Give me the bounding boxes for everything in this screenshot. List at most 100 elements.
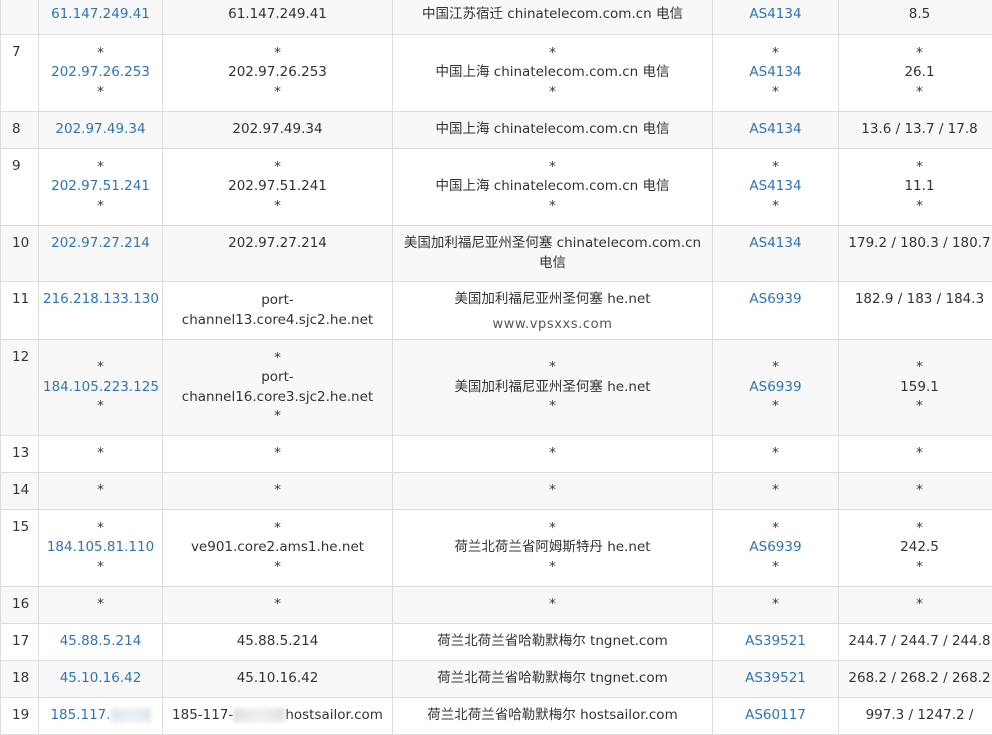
asn-link[interactable]: AS4134 xyxy=(717,63,834,83)
star-text: * xyxy=(843,358,992,378)
star-text: * xyxy=(43,595,158,615)
hostname-cell: * xyxy=(163,587,393,624)
latency-text: 13.6 / 13.7 / 17.8 xyxy=(843,120,992,140)
asn-link[interactable]: AS6939 xyxy=(717,290,834,310)
ip-link[interactable]: 45.10.16.42 xyxy=(43,669,158,689)
ip-cell: * xyxy=(39,473,163,510)
asn-cell[interactable]: *AS4134* xyxy=(713,35,839,112)
asn-cell[interactable]: AS4134 xyxy=(713,0,839,35)
ip-link[interactable]: 216.218.133.130 xyxy=(43,290,158,310)
latency-text: 182.9 / 183 / 184.3 xyxy=(843,290,992,310)
hostname-cell: * xyxy=(163,436,393,473)
asn-cell[interactable]: AS4134 xyxy=(713,112,839,149)
hostname-cell: * xyxy=(163,473,393,510)
star-text: * xyxy=(717,44,834,64)
hostname-text: ve901.core2.ams1.he.net xyxy=(167,538,388,558)
ip-link[interactable]: 202.97.27.214 xyxy=(43,234,158,254)
asn-link[interactable]: AS4134 xyxy=(717,5,834,25)
star-text: * xyxy=(397,558,708,578)
star-text: * xyxy=(43,519,158,539)
latency-cell: *11.1* xyxy=(839,149,992,226)
asn-link[interactable]: AS4134 xyxy=(717,234,834,254)
location-text: 中国上海 chinatelecom.com.cn 电信 xyxy=(397,120,708,140)
ip-link[interactable]: 61.147.249.41 xyxy=(43,5,158,25)
hop-number: 7 xyxy=(1,35,39,112)
location-text: 美国加利福尼亚州圣何塞 he.net xyxy=(397,290,708,310)
asn-cell[interactable]: AS39521 xyxy=(713,624,839,661)
hostname-cell: 185-117-hostsailor.com xyxy=(163,698,393,735)
hostname-text: 45.88.5.214 xyxy=(167,632,388,652)
traceroute-table: 61.147.249.41 61.147.249.41 中国江苏宿迁 china… xyxy=(0,0,992,735)
star-text: * xyxy=(167,558,388,578)
ip-link[interactable]: 202.97.49.34 xyxy=(43,120,158,140)
latency-text: 244.7 / 244.7 / 244.8 xyxy=(843,632,992,652)
hop-row: 8 202.97.49.34 202.97.49.34 中国上海 chinate… xyxy=(1,112,992,149)
star-text: * xyxy=(843,444,992,464)
star-text: * xyxy=(43,197,158,217)
star-text: * xyxy=(717,595,834,615)
location-cell: 美国加利福尼亚州圣何塞 chinatelecom.com.cn电信 xyxy=(393,226,713,282)
asn-link[interactable]: AS6939 xyxy=(717,538,834,558)
ip-link-redacted[interactable]: 185.117. xyxy=(43,706,158,726)
location-cell: 荷兰北荷兰省哈勒默梅尔 hostsailor.com xyxy=(393,698,713,735)
star-text: * xyxy=(397,197,708,217)
star-text: * xyxy=(717,197,834,217)
ip-cell[interactable]: *184.105.81.110* xyxy=(39,510,163,587)
ip-cell[interactable]: 45.10.16.42 xyxy=(39,661,163,698)
location-text: 美国加利福尼亚州圣何塞 chinatelecom.com.cn xyxy=(397,234,708,254)
hostname-cell: 61.147.249.41 xyxy=(163,0,393,35)
ip-cell[interactable]: 202.97.27.214 xyxy=(39,226,163,282)
ip-cell[interactable]: *202.97.51.241* xyxy=(39,149,163,226)
redacted-mask xyxy=(111,708,151,722)
asn-link[interactable]: AS4134 xyxy=(717,177,834,197)
location-cell: 美国加利福尼亚州圣何塞 he.netwww.vpsxxs.com xyxy=(393,282,713,340)
location-text: 荷兰北荷兰省阿姆斯特丹 he.net xyxy=(397,538,708,558)
ip-link[interactable]: 184.105.223.125 xyxy=(43,378,158,398)
ip-link[interactable]: 184.105.81.110 xyxy=(43,538,158,558)
asn-cell[interactable]: AS6939 xyxy=(713,282,839,340)
hostname-text: 202.97.49.34 xyxy=(167,120,388,140)
hop-row: 15 *184.105.81.110* *ve901.core2.ams1.he… xyxy=(1,510,992,587)
hop-number: 13 xyxy=(1,436,39,473)
latency-cell: *159.1* xyxy=(839,340,992,436)
asn-link[interactable]: AS39521 xyxy=(717,632,834,652)
location-text: 中国上海 chinatelecom.com.cn 电信 xyxy=(397,63,708,83)
asn-link[interactable]: AS39521 xyxy=(717,669,834,689)
hop-number: 16 xyxy=(1,587,39,624)
asn-cell[interactable]: AS4134 xyxy=(713,226,839,282)
hostname-text: 45.10.16.42 xyxy=(167,669,388,689)
star-text: * xyxy=(167,444,388,464)
ip-link[interactable]: 202.97.51.241 xyxy=(43,177,158,197)
latency-text: 159.1 xyxy=(843,378,992,398)
ip-cell[interactable]: *184.105.223.125* xyxy=(39,340,163,436)
asn-cell[interactable]: *AS6939* xyxy=(713,510,839,587)
ip-cell[interactable]: 61.147.249.41 xyxy=(39,0,163,35)
star-text: * xyxy=(167,158,388,178)
hop-row: 11 216.218.133.130 port-channel13.core4.… xyxy=(1,282,992,340)
ip-cell[interactable]: 202.97.49.34 xyxy=(39,112,163,149)
asn-cell[interactable]: *AS4134* xyxy=(713,149,839,226)
location-cell: * xyxy=(393,587,713,624)
star-text: * xyxy=(43,158,158,178)
latency-text: 268.2 / 268.2 / 268.2 xyxy=(843,669,992,689)
asn-cell[interactable]: *AS6939* xyxy=(713,340,839,436)
latency-cell: 182.9 / 183 / 184.3 xyxy=(839,282,992,340)
asn-cell[interactable]: AS39521 xyxy=(713,661,839,698)
ip-link[interactable]: 45.88.5.214 xyxy=(43,632,158,652)
ip-link[interactable]: 202.97.26.253 xyxy=(43,63,158,83)
hostname-cell: *202.97.51.241* xyxy=(163,149,393,226)
ip-cell[interactable]: 185.117. xyxy=(39,698,163,735)
asn-link[interactable]: AS60117 xyxy=(717,706,834,726)
asn-link[interactable]: AS4134 xyxy=(717,120,834,140)
star-text: * xyxy=(43,83,158,103)
hostname-cell: 45.10.16.42 xyxy=(163,661,393,698)
asn-cell[interactable]: AS60117 xyxy=(713,698,839,735)
hop-row: 14 * * * * * xyxy=(1,473,992,510)
asn-cell: * xyxy=(713,436,839,473)
ip-cell[interactable]: 216.218.133.130 xyxy=(39,282,163,340)
asn-link[interactable]: AS6939 xyxy=(717,378,834,398)
ip-cell[interactable]: *202.97.26.253* xyxy=(39,35,163,112)
ip-cell[interactable]: 45.88.5.214 xyxy=(39,624,163,661)
location-cell: 荷兰北荷兰省哈勒默梅尔 tngnet.com xyxy=(393,624,713,661)
hostname-text: 202.97.27.214 xyxy=(167,234,388,254)
